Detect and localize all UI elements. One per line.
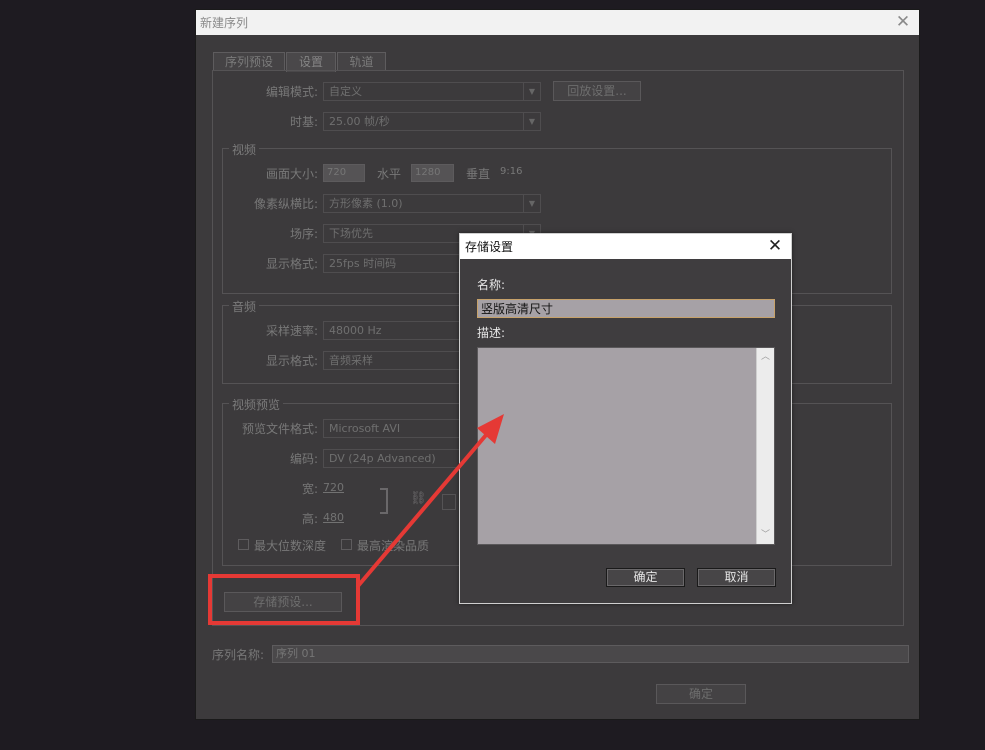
codec-label: 编码: <box>289 452 318 466</box>
chevron-down-icon: ▼ <box>523 83 540 100</box>
max-bit-depth-label: 最大位数深度 <box>254 539 327 553</box>
max-bit-depth-checkbox[interactable] <box>238 539 249 550</box>
close-icon[interactable]: ✕ <box>765 236 785 256</box>
audio-display-format-value: 音频采样 <box>329 354 373 367</box>
dialog-titlebar: 新建序列 ✕ <box>196 10 919 35</box>
field-order-value: 下场优先 <box>329 227 373 240</box>
dialog-title: 新建序列 <box>200 16 249 30</box>
display-format-value: 25fps 时间码 <box>329 257 397 270</box>
save-cancel-button[interactable]: 取消 <box>697 568 776 587</box>
sequence-name-input[interactable]: 序列 01 <box>272 645 909 663</box>
max-render-quality-checkbox[interactable] <box>341 539 352 550</box>
chevron-down-icon: ▼ <box>523 113 540 130</box>
preview-file-format-value: Microsoft AVI <box>329 422 401 435</box>
edit-mode-select[interactable]: 自定义 ▼ <box>323 82 541 101</box>
sample-rate-label: 采样速率: <box>265 324 318 338</box>
ok-button[interactable]: 确定 <box>656 684 746 704</box>
video-preview-group-title: 视频预览 <box>229 396 284 413</box>
audio-group-title: 音频 <box>229 298 260 315</box>
highlight-box <box>208 574 360 625</box>
sequence-name-label: 序列名称: <box>212 648 265 662</box>
tab-settings[interactable]: 设置 <box>286 52 336 72</box>
sample-rate-value: 48000 Hz <box>329 324 382 337</box>
edit-mode-label: 编辑模式: <box>265 85 318 99</box>
scroll-up-icon[interactable]: ︿ <box>757 350 774 364</box>
video-group-title: 视频 <box>229 141 260 158</box>
save-dialog-titlebar: 存储设置 ✕ <box>460 234 791 259</box>
field-order-label: 场序: <box>289 227 318 241</box>
frame-width-input[interactable]: 720 <box>323 164 365 182</box>
tab-sequence-presets[interactable]: 序列预设 <box>213 52 285 71</box>
preset-name-input[interactable] <box>477 299 775 318</box>
description-textarea[interactable]: ︿ ﹀ <box>477 347 775 545</box>
timebase-label: 时基: <box>289 115 318 129</box>
frame-height-input[interactable]: 1280 <box>411 164 454 182</box>
preview-width-label: 宽: <box>301 482 318 496</box>
codec-value: DV (24p Advanced) <box>329 452 436 465</box>
pixel-aspect-value: 方形像素 (1.0) <box>329 197 403 210</box>
preview-height-label: 高: <box>301 512 318 526</box>
preview-width-value[interactable]: 720 <box>323 481 344 494</box>
max-render-quality-label: 最高渲染品质 <box>357 539 430 553</box>
preview-height-value[interactable]: 480 <box>323 511 344 524</box>
description-label: 描述: <box>477 326 506 340</box>
close-icon[interactable]: ✕ <box>893 12 913 32</box>
audio-display-format-label: 显示格式: <box>265 354 318 368</box>
link-bracket <box>380 488 388 514</box>
tab-tracks[interactable]: 轨道 <box>337 52 386 71</box>
save-dialog-title: 存储设置 <box>465 240 514 254</box>
vertical-label: 垂直 <box>466 167 491 181</box>
name-label: 名称: <box>477 278 506 292</box>
scroll-down-icon[interactable]: ﹀ <box>757 528 774 542</box>
frame-size-label: 画面大小: <box>265 167 318 181</box>
preview-file-format-label: 预览文件格式: <box>241 422 318 436</box>
pixel-aspect-select[interactable]: 方形像素 (1.0) ▼ <box>323 194 541 213</box>
timebase-select[interactable]: 25.00 帧/秒 ▼ <box>323 112 541 131</box>
description-scrollbar[interactable]: ︿ ﹀ <box>756 348 774 544</box>
save-ok-button[interactable]: 确定 <box>606 568 685 587</box>
horizontal-label: 水平 <box>377 167 402 181</box>
chevron-down-icon: ▼ <box>523 195 540 212</box>
edit-mode-value: 自定义 <box>329 85 362 98</box>
playback-settings-button[interactable]: 回放设置... <box>553 81 641 101</box>
aspect-ratio-text: 9:16 <box>500 166 523 177</box>
reset-button[interactable] <box>442 494 456 510</box>
timebase-value: 25.00 帧/秒 <box>329 115 390 128</box>
save-settings-dialog: 存储设置 ✕ 名称: 描述: ︿ ﹀ 确定 取消 <box>459 233 792 604</box>
display-format-label: 显示格式: <box>265 257 318 271</box>
pixel-aspect-label: 像素纵横比: <box>253 197 318 211</box>
link-icon[interactable]: ⛓ <box>410 491 427 506</box>
